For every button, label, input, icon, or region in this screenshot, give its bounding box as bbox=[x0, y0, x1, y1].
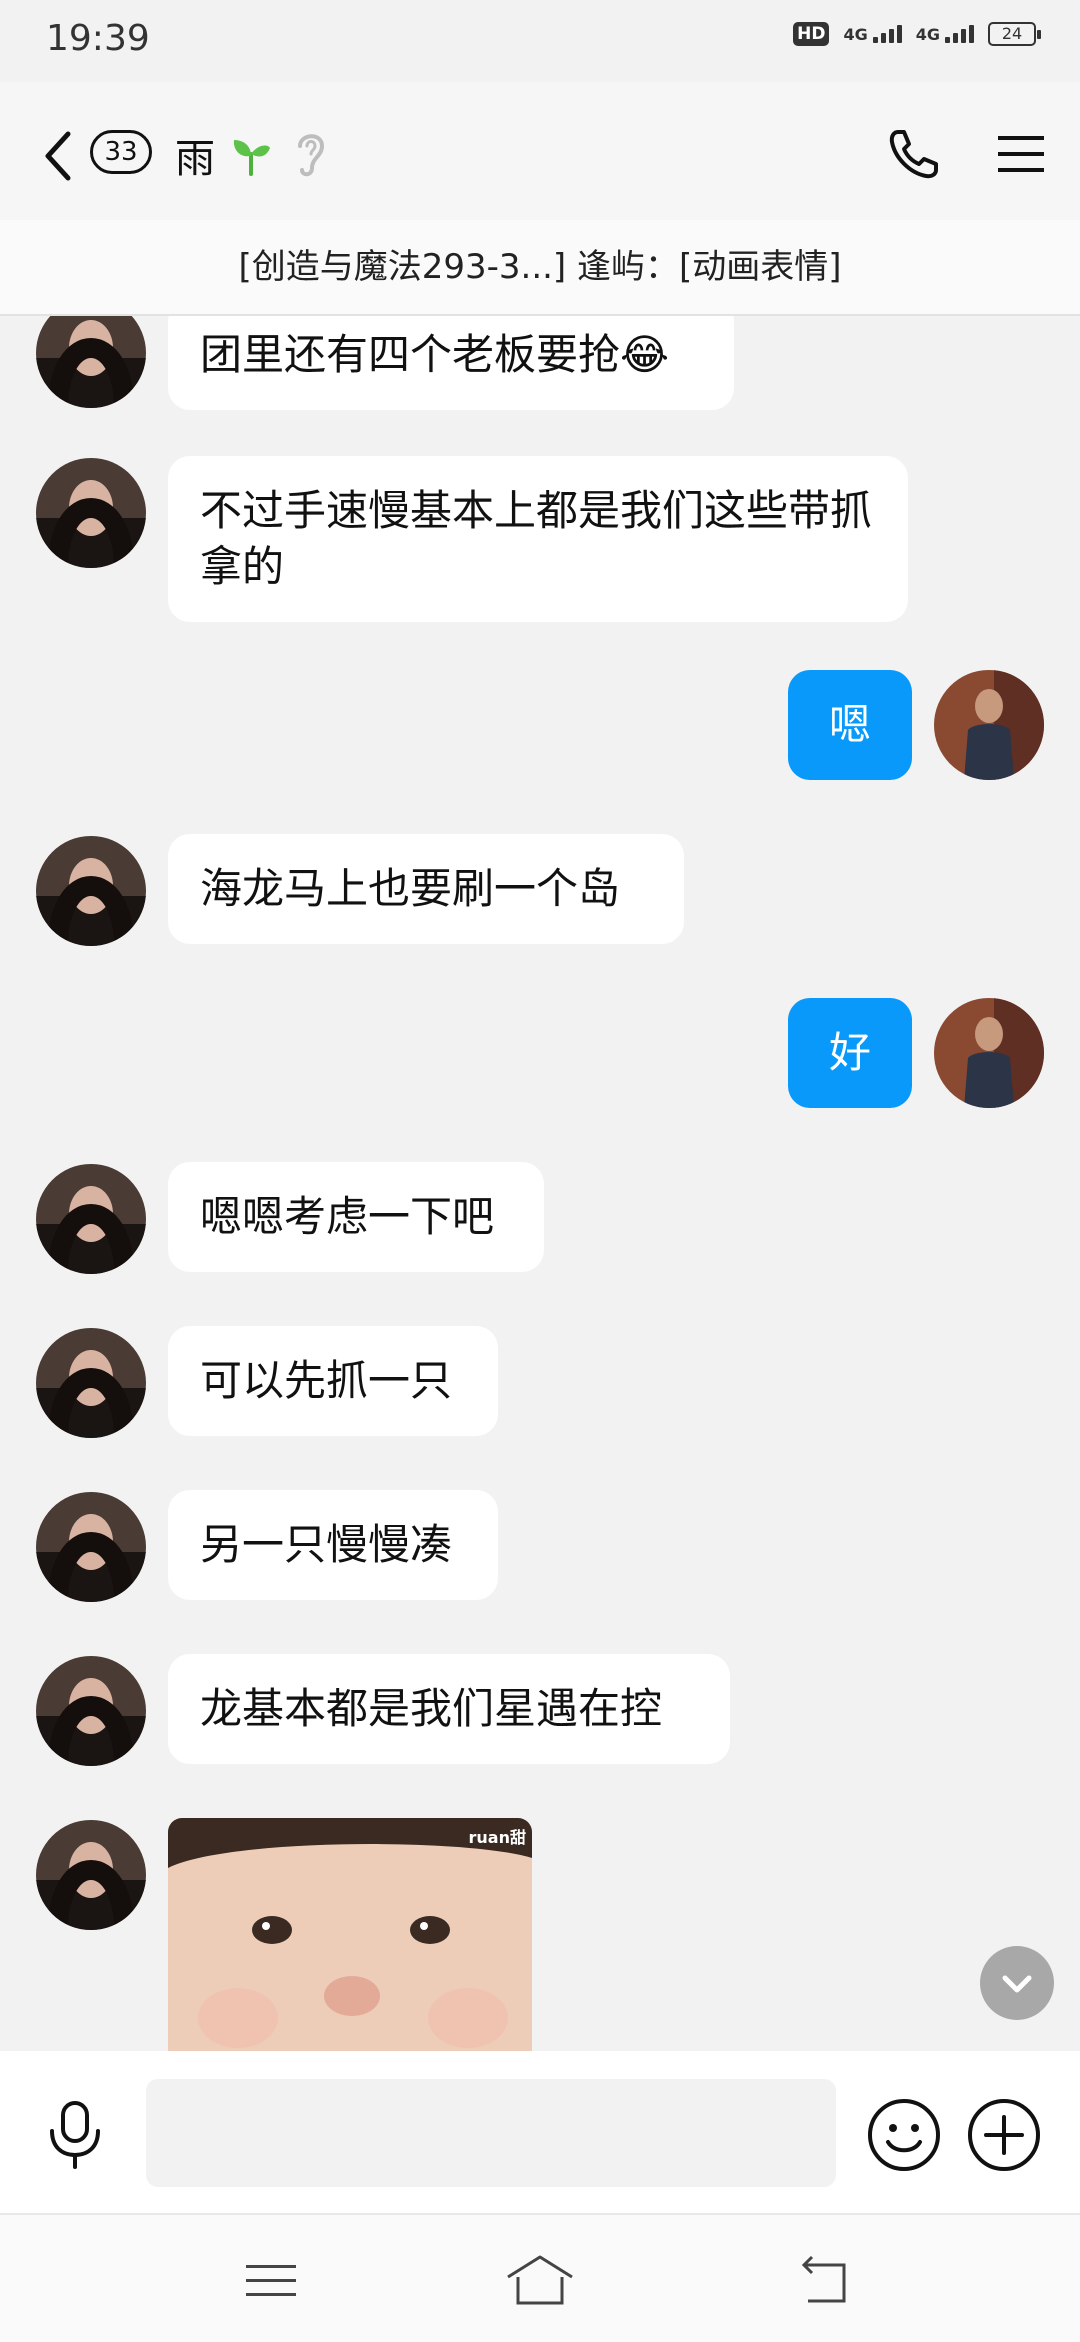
contact-avatar[interactable] bbox=[36, 1656, 146, 1766]
my-message-bubble[interactable]: 好 bbox=[788, 998, 912, 1108]
mic-icon[interactable] bbox=[44, 2099, 106, 2171]
system-nav-bar bbox=[0, 2213, 1080, 2342]
contact-avatar[interactable] bbox=[36, 836, 146, 946]
plus-icon[interactable] bbox=[966, 2097, 1042, 2173]
group-notice-bar[interactable]: [创造与魔法293-3...] 逢屿：[动画表情] bbox=[0, 220, 1080, 316]
menu-icon[interactable] bbox=[996, 132, 1046, 176]
message-bubble[interactable]: 团里还有四个老板要抢😂 bbox=[168, 316, 734, 410]
sprout-icon[interactable] bbox=[230, 134, 272, 176]
phone-icon[interactable] bbox=[886, 126, 942, 182]
signal-icon: 4G bbox=[916, 25, 974, 43]
emoji-icon[interactable] bbox=[866, 2097, 942, 2173]
battery-icon: 24 bbox=[988, 22, 1041, 46]
message-bubble[interactable]: 另一只慢慢凑 bbox=[168, 1490, 498, 1600]
scroll-to-bottom-button[interactable] bbox=[980, 1946, 1054, 2020]
contact-avatar[interactable] bbox=[36, 316, 146, 408]
contact-avatar[interactable] bbox=[36, 1820, 146, 1930]
chat-header: 33 雨 bbox=[0, 82, 1080, 220]
sticker-image[interactable]: ruan甜 bbox=[168, 1818, 532, 2051]
nav-back-icon[interactable] bbox=[796, 2251, 854, 2309]
contact-avatar[interactable] bbox=[36, 1492, 146, 1602]
message-bubble[interactable]: 可以先抓一只 bbox=[168, 1326, 498, 1436]
message-bubble[interactable]: 龙基本都是我们星遇在控 bbox=[168, 1654, 730, 1764]
contact-avatar[interactable] bbox=[36, 1164, 146, 1274]
network-label: 4G bbox=[915, 25, 940, 44]
unread-count-badge[interactable]: 33 bbox=[90, 130, 152, 174]
back-icon[interactable] bbox=[40, 126, 76, 186]
chat-message-list[interactable]: 团里还有四个老板要抢😂 不过手速慢基本上都是我们这些带抓拿的 嗯 海龙马上也要刷… bbox=[0, 316, 1080, 2051]
my-avatar[interactable] bbox=[934, 670, 1044, 780]
my-message-bubble[interactable]: 嗯 bbox=[788, 670, 912, 780]
contact-avatar[interactable] bbox=[36, 458, 146, 568]
message-bubble[interactable]: 嗯嗯考虑一下吧 bbox=[168, 1162, 544, 1272]
hd-badge: HD bbox=[793, 22, 830, 46]
nav-home-icon[interactable] bbox=[504, 2251, 576, 2309]
message-bubble[interactable]: 海龙马上也要刷一个岛 bbox=[168, 834, 684, 944]
my-avatar[interactable] bbox=[934, 998, 1044, 1108]
status-icons: HD 4G 4G 24 bbox=[793, 22, 1041, 46]
input-bar bbox=[0, 2051, 1080, 2213]
chevron-down-icon bbox=[1002, 1975, 1032, 1993]
status-bar: 19:39 HD 4G 4G 24 bbox=[0, 0, 1080, 82]
contact-avatar[interactable] bbox=[36, 1328, 146, 1438]
status-time: 19:39 bbox=[46, 18, 150, 59]
message-bubble[interactable]: 不过手速慢基本上都是我们这些带抓拿的 bbox=[168, 456, 908, 622]
network-label: 4G bbox=[843, 25, 868, 44]
nav-menu-icon[interactable] bbox=[244, 2259, 298, 2303]
signal-icon: 4G bbox=[843, 25, 902, 44]
message-input[interactable] bbox=[146, 2079, 836, 2187]
sticker-watermark: ruan甜 bbox=[468, 1828, 526, 1847]
chat-title[interactable]: 雨 bbox=[175, 126, 215, 184]
ear-icon[interactable] bbox=[294, 128, 328, 180]
